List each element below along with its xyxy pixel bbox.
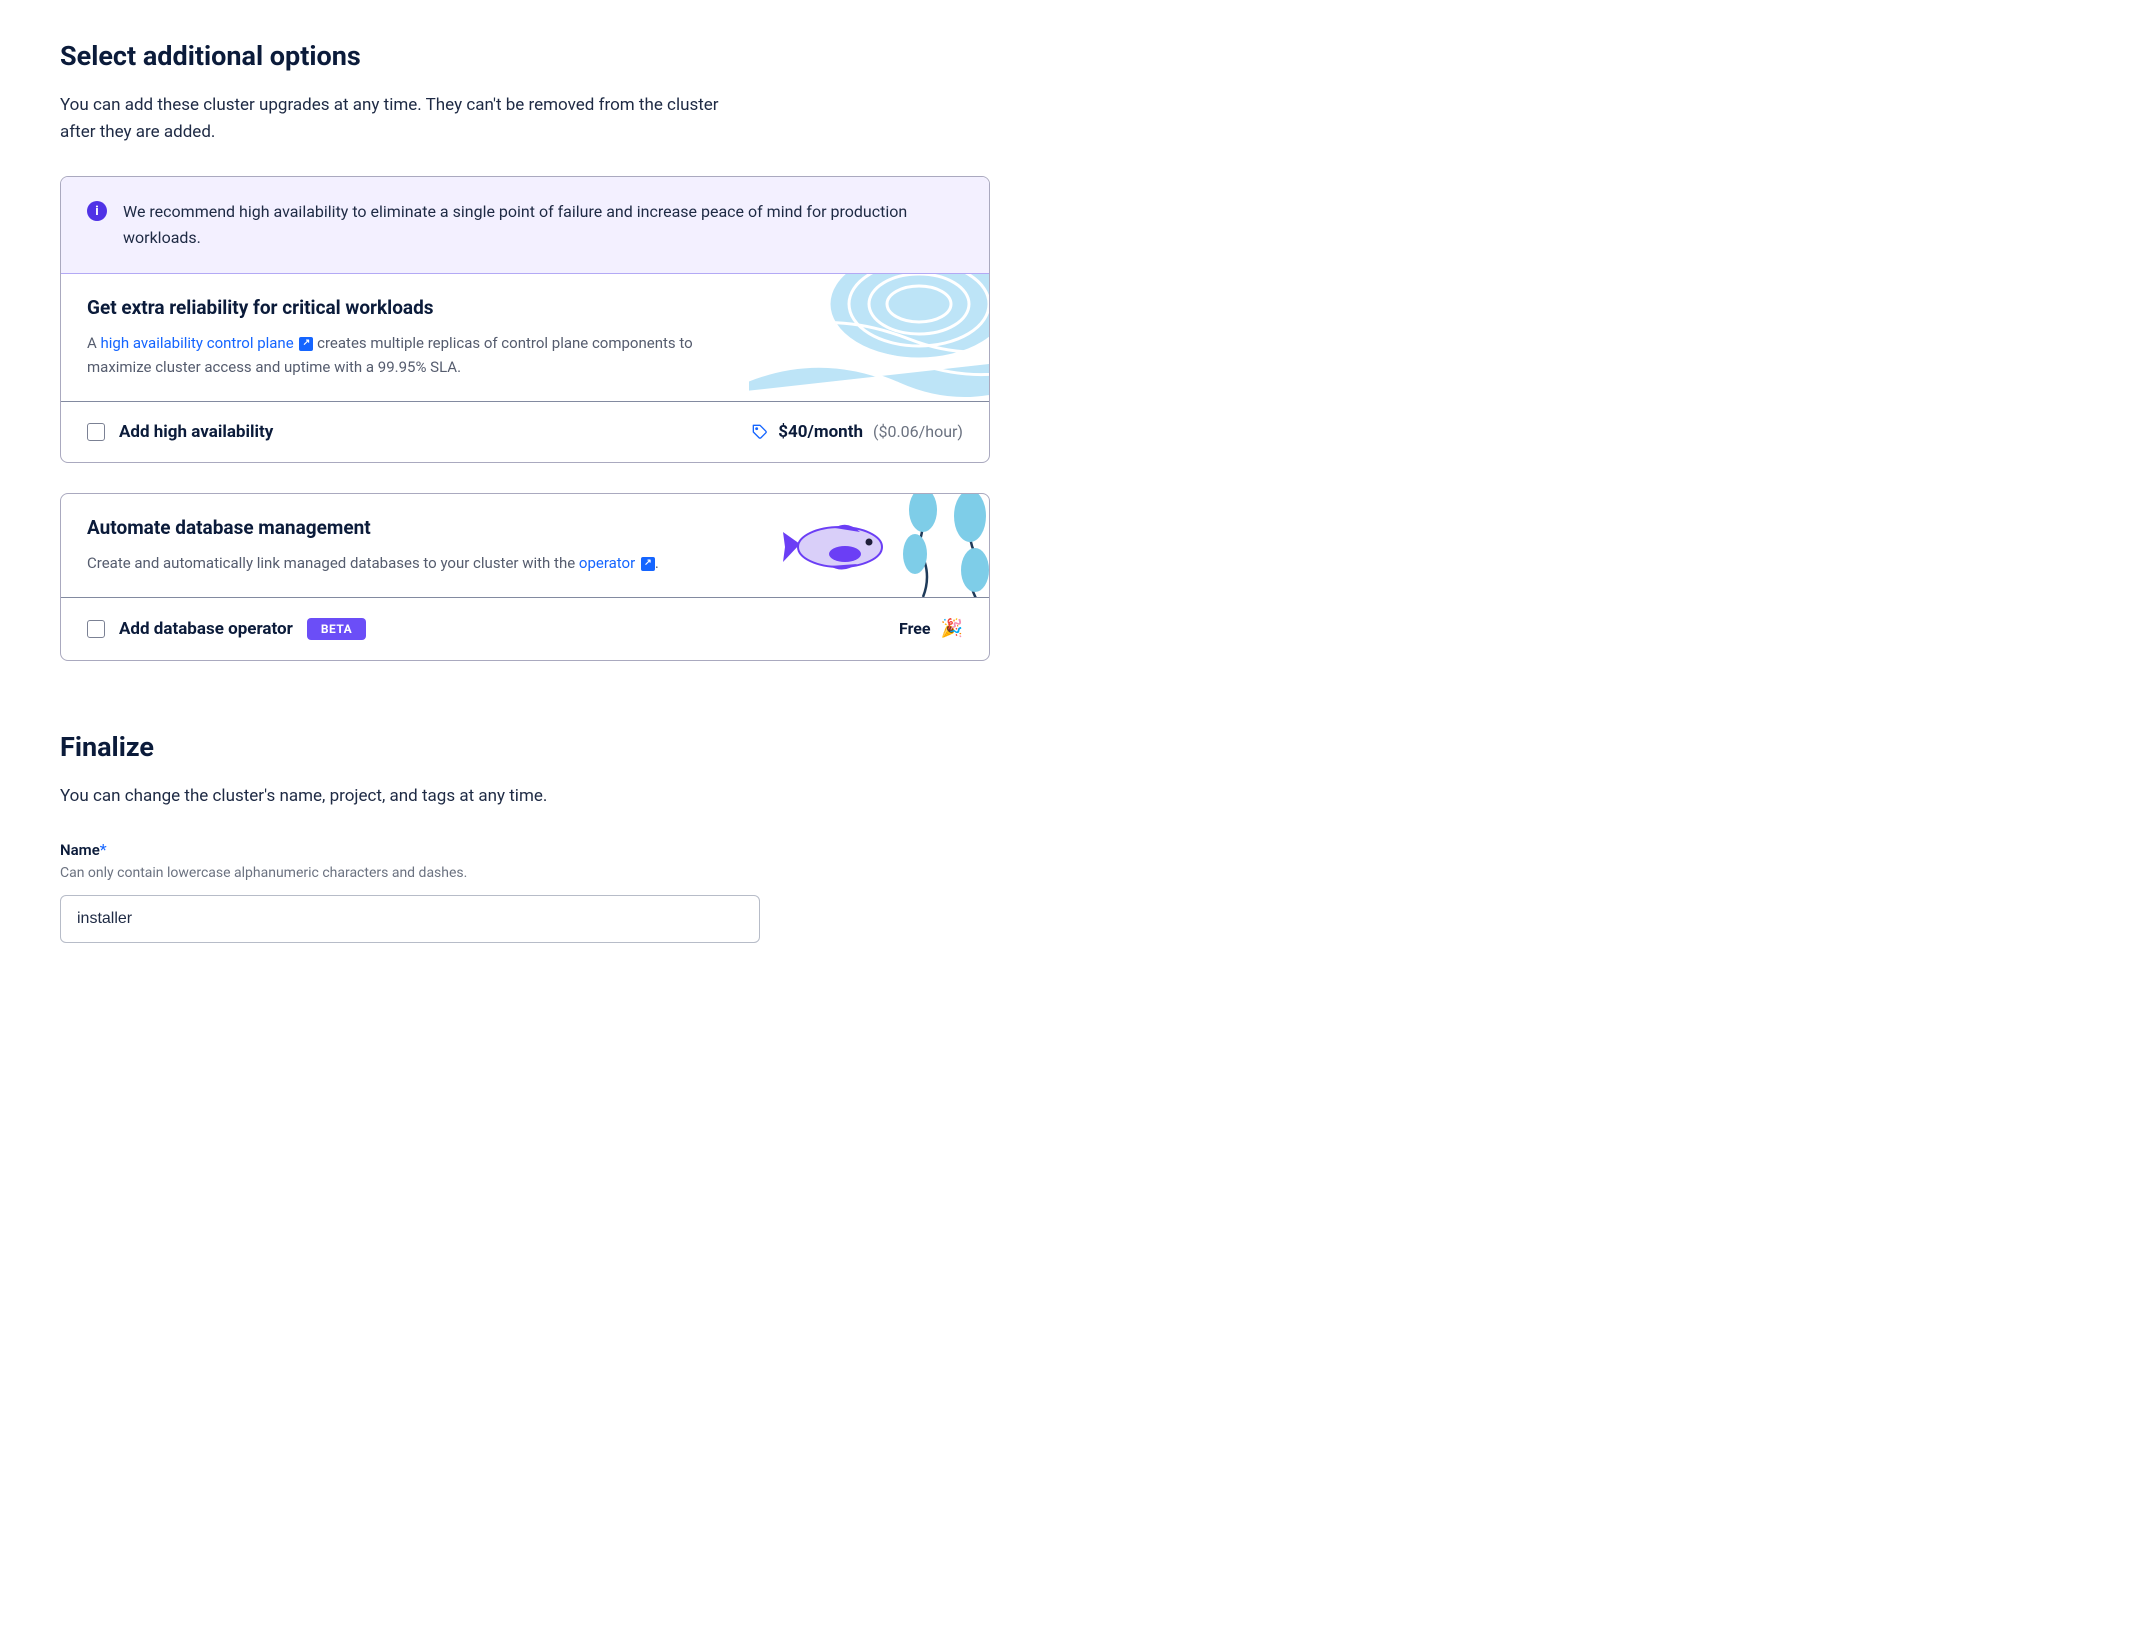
ha-card: i We recommend high availability to elim… <box>60 176 990 462</box>
ha-card-title: Get extra reliability for critical workl… <box>87 296 963 319</box>
ha-desc-a: A <box>87 334 101 352</box>
ha-info-text: We recommend high availability to elimin… <box>123 199 963 250</box>
ha-info-banner: i We recommend high availability to elim… <box>61 177 989 273</box>
waves-illustration <box>749 274 989 401</box>
section-subtitle-finalize: You can change the cluster's name, proje… <box>60 783 740 810</box>
db-free-label: Free <box>899 619 931 638</box>
beta-badge: BETA <box>307 618 366 640</box>
db-desc-a: Create and automatically link managed da… <box>87 554 579 572</box>
ha-control-plane-link[interactable]: high availability control plane ↗ <box>101 334 314 352</box>
external-link-icon: ↗ <box>299 337 313 351</box>
section-subtitle-options: You can add these cluster upgrades at an… <box>60 92 740 146</box>
party-popper-icon: 🎉 <box>941 618 963 639</box>
external-link-icon: ↗ <box>641 557 655 571</box>
section-title-finalize: Finalize <box>60 731 990 763</box>
ha-card-desc: A high availability control plane ↗ crea… <box>87 331 737 379</box>
db-card-footer: Add database operator BETA Free 🎉 <box>61 597 989 660</box>
db-card: Automate database management Create and … <box>60 493 990 661</box>
db-card-desc: Create and automatically link managed da… <box>87 551 737 575</box>
db-card-title: Automate database management <box>87 516 963 539</box>
db-checkbox[interactable] <box>87 620 105 638</box>
section-title-options: Select additional options <box>60 40 990 72</box>
cluster-name-input[interactable] <box>60 895 760 943</box>
ha-card-footer: Add high availability $40/month ($0.06/h… <box>61 401 989 462</box>
ha-checkbox[interactable] <box>87 423 105 441</box>
db-operator-link[interactable]: operator ↗ <box>579 554 655 572</box>
price-tag-icon <box>752 424 768 440</box>
name-field-label: Name <box>60 841 100 859</box>
required-asterisk: * <box>100 840 107 859</box>
fish-illustration <box>775 494 989 597</box>
db-option-label: Add database operator <box>119 619 293 639</box>
info-icon: i <box>87 201 107 221</box>
ha-option-label: Add high availability <box>119 422 273 442</box>
db-card-body: Automate database management Create and … <box>61 494 989 597</box>
db-desc-b: . <box>655 554 659 572</box>
ha-card-body: Get extra reliability for critical workl… <box>61 274 989 401</box>
name-field-hint: Can only contain lowercase alphanumeric … <box>60 865 990 881</box>
ha-price-sub: ($0.06/hour) <box>873 422 963 441</box>
ha-price-main: $40/month <box>778 422 863 442</box>
